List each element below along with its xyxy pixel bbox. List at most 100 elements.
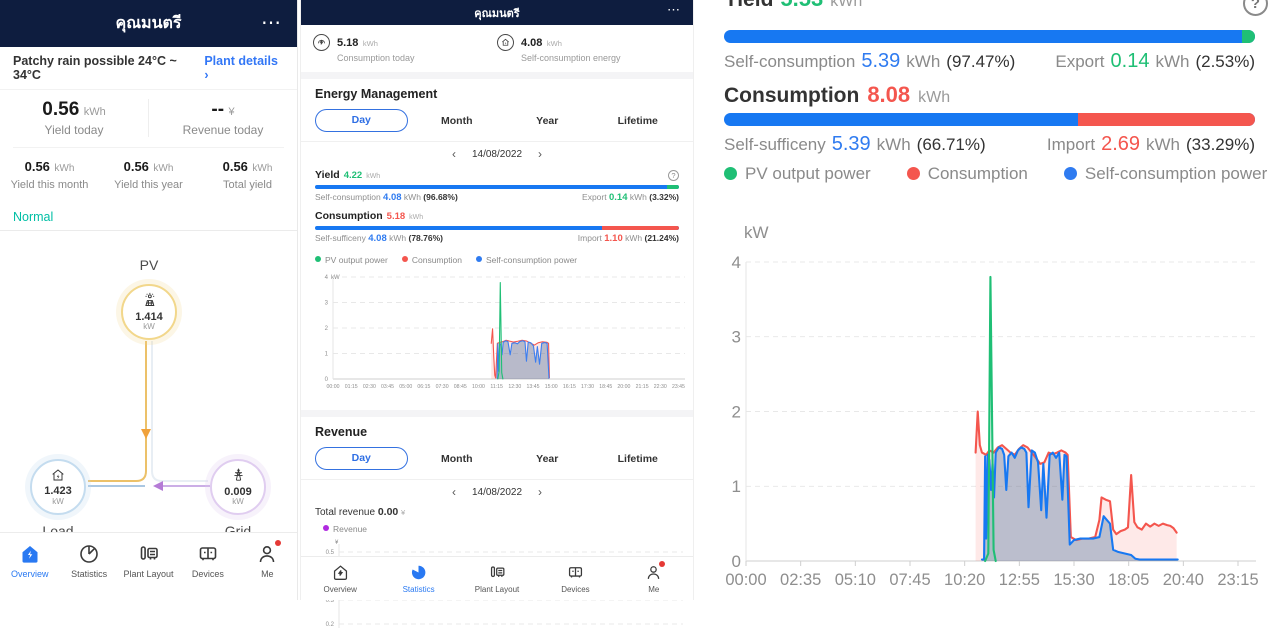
nav-devices[interactable]: Devices bbox=[536, 563, 614, 600]
more-menu-icon[interactable]: ⋯ bbox=[667, 2, 681, 18]
nav-statistics[interactable]: Statistics bbox=[379, 563, 457, 600]
total-revenue: Total revenue 0.00 ¥ bbox=[301, 503, 693, 518]
svg-text:kW: kW bbox=[744, 223, 769, 242]
nav-devices[interactable]: Devices bbox=[178, 542, 237, 600]
svg-text:06:15: 06:15 bbox=[417, 384, 430, 390]
pv-node[interactable]: 1.414 kW bbox=[121, 284, 177, 340]
more-menu-icon[interactable]: ⋯ bbox=[261, 10, 283, 35]
svg-text:2: 2 bbox=[732, 402, 741, 421]
yield-metric: Yield 4.22 kWh ? bbox=[315, 166, 679, 181]
stat-yield-today: 0.56 kWh Yield today bbox=[0, 99, 149, 137]
prev-date-button[interactable]: ‹ bbox=[452, 486, 456, 498]
section-separator bbox=[301, 410, 693, 417]
tab-rev-year[interactable]: Year bbox=[502, 453, 593, 465]
bottom-nav: Overview Statistics Plant Layout Devices bbox=[0, 532, 297, 600]
plant-details-link[interactable]: Plant details › bbox=[204, 54, 284, 82]
yield-today-value: 0.56 bbox=[42, 99, 79, 120]
load-node[interactable]: 1.423 kW bbox=[30, 459, 86, 515]
svg-text:10:20: 10:20 bbox=[944, 571, 985, 589]
house-load-icon bbox=[50, 468, 66, 487]
power-chart-legend: PV output power Consumption Self-consump… bbox=[724, 164, 1267, 184]
svg-text:1: 1 bbox=[732, 477, 741, 496]
tab-rev-lifetime[interactable]: Lifetime bbox=[593, 453, 684, 465]
svg-text:2: 2 bbox=[325, 326, 329, 332]
svg-text:1: 1 bbox=[325, 352, 329, 358]
nav-statistics[interactable]: Statistics bbox=[59, 542, 118, 600]
date-navigator: ‹ 14/08/2022 › bbox=[301, 142, 693, 165]
revenue-heading: Revenue bbox=[301, 417, 693, 443]
secondary-stats: 0.56 kWh Yield this month 0.56 kWh Yield… bbox=[0, 148, 297, 203]
flow-arrow-left bbox=[153, 481, 163, 491]
svg-text:¥: ¥ bbox=[335, 540, 339, 546]
prev-date-button[interactable]: ‹ bbox=[452, 148, 456, 160]
revenue-today-value: -- bbox=[211, 99, 224, 120]
grid-node[interactable]: 0.009 kW bbox=[210, 459, 266, 515]
svg-text:kW: kW bbox=[331, 275, 340, 281]
help-icon[interactable]: ? bbox=[1243, 0, 1268, 16]
svg-text:01:15: 01:15 bbox=[345, 384, 358, 390]
yield-bar-export-segment bbox=[1242, 30, 1255, 43]
weather-bar: Patchy rain possible 24°C ~ 34°C Plant d… bbox=[0, 47, 297, 90]
revenue-period-tabs: Day Month Year Lifetime bbox=[301, 443, 693, 479]
devices-icon bbox=[196, 542, 220, 566]
consumption-title: Consumption 8.08 kWh bbox=[724, 82, 950, 108]
tab-rev-day[interactable]: Day bbox=[315, 447, 408, 470]
nav-me[interactable]: Me bbox=[615, 563, 693, 600]
chevron-right-icon: › bbox=[204, 68, 208, 82]
current-date: 14/08/2022 bbox=[472, 487, 522, 498]
svg-text:02:35: 02:35 bbox=[780, 571, 821, 589]
svg-text:21:15: 21:15 bbox=[636, 384, 649, 390]
stat-total-yield: 0.56 kWh Total yield bbox=[198, 158, 297, 191]
nav-me[interactable]: Me bbox=[238, 542, 297, 600]
statistics-screen: คุณมนตรี ⋯ 5.18 kWh Consumption today 4.… bbox=[300, 0, 694, 600]
svg-text:18:45: 18:45 bbox=[599, 384, 612, 390]
consumption-bar bbox=[315, 226, 679, 230]
nav-overview[interactable]: Overview bbox=[0, 542, 59, 600]
svg-text:0: 0 bbox=[325, 377, 329, 383]
consumption-bar bbox=[724, 113, 1255, 126]
flow-arrow-down bbox=[141, 429, 151, 439]
nav-overview[interactable]: Overview bbox=[301, 563, 379, 600]
home-icon bbox=[18, 542, 42, 566]
svg-text:22:30: 22:30 bbox=[654, 384, 667, 390]
energy-management-heading: Energy Management bbox=[301, 79, 693, 105]
svg-text:15:00: 15:00 bbox=[545, 384, 558, 390]
nav-plant-layout[interactable]: Plant Layout bbox=[458, 563, 536, 600]
energy-flow-diagram: PV 1.414 kW 1.423 kW bbox=[0, 231, 297, 555]
stat-revenue-today: -- ¥ Revenue today bbox=[149, 99, 297, 137]
svg-text:18:05: 18:05 bbox=[1108, 571, 1149, 589]
svg-text:00:00: 00:00 bbox=[725, 571, 766, 589]
status-badge: Normal bbox=[0, 203, 297, 231]
yield-bar-export-segment bbox=[667, 185, 679, 189]
legend-dot-consumption bbox=[402, 256, 408, 262]
tab-month[interactable]: Month bbox=[412, 115, 503, 127]
pie-chart-icon bbox=[409, 563, 428, 582]
consumption-breakdown: Self-sufficeny 4.08 kWh (78.76%) Import … bbox=[315, 233, 679, 248]
svg-text:0: 0 bbox=[732, 552, 741, 571]
power-chart-svg: 01234kW00:0002:3505:1007:4510:2012:5515:… bbox=[700, 205, 1280, 600]
svg-text:20:00: 20:00 bbox=[617, 384, 630, 390]
yield-title: Yield 5.53 kWh bbox=[724, 0, 862, 12]
help-icon[interactable]: ? bbox=[668, 170, 679, 181]
next-date-button[interactable]: › bbox=[538, 486, 542, 498]
notification-badge bbox=[659, 561, 665, 567]
svg-text:16:15: 16:15 bbox=[563, 384, 576, 390]
svg-text:05:10: 05:10 bbox=[835, 571, 876, 589]
tab-day[interactable]: Day bbox=[315, 109, 408, 132]
svg-text:11:15: 11:15 bbox=[490, 384, 503, 390]
home-icon bbox=[331, 563, 350, 582]
section-separator bbox=[301, 72, 693, 79]
nav-plant-layout[interactable]: Plant Layout bbox=[119, 542, 178, 600]
tab-year[interactable]: Year bbox=[502, 115, 593, 127]
tab-rev-month[interactable]: Month bbox=[412, 453, 503, 465]
svg-text:3: 3 bbox=[732, 328, 741, 347]
svg-text:02:30: 02:30 bbox=[363, 384, 376, 390]
self-consumption-icon bbox=[497, 34, 514, 51]
current-date: 14/08/2022 bbox=[472, 149, 522, 160]
consumption-breakdown: Self-sufficeny 5.39 kWh (66.71%) Import … bbox=[724, 133, 1255, 156]
tab-lifetime[interactable]: Lifetime bbox=[593, 115, 684, 127]
solar-panel-icon bbox=[141, 292, 158, 312]
next-date-button[interactable]: › bbox=[538, 148, 542, 160]
svg-text:4: 4 bbox=[732, 253, 741, 272]
energy-period-tabs: Day Month Year Lifetime bbox=[301, 105, 693, 141]
